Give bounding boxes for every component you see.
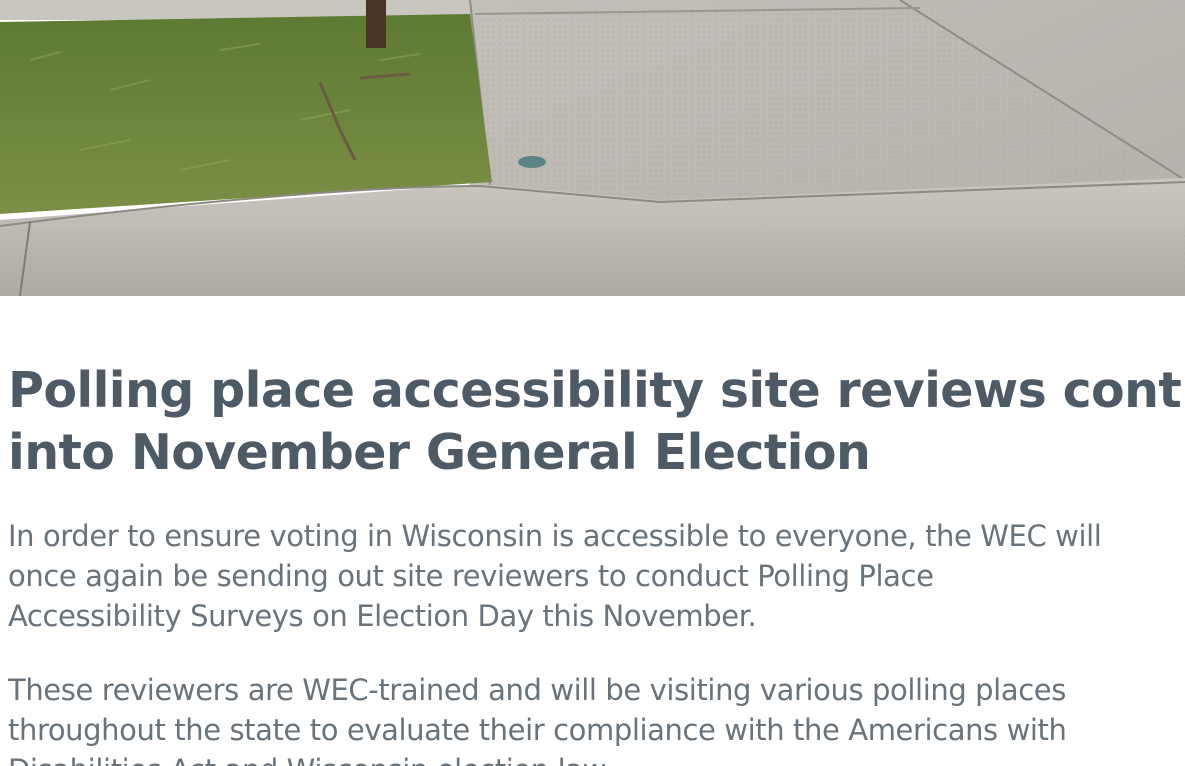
- paragraph-line: In order to ensure voting in Wisconsin i…: [8, 519, 1102, 553]
- paragraph-line: Disabilities Act and Wisconsin election …: [8, 750, 1067, 766]
- headline-line: into November General Election: [8, 424, 871, 481]
- article-headline: Polling place accessibility site reviews…: [8, 360, 1185, 484]
- article-page: Polling place accessibility site reviews…: [0, 0, 1185, 766]
- paragraph-line: once again be sending out site reviewers…: [8, 559, 934, 593]
- paragraph-line: throughout the state to evaluate their c…: [8, 713, 1067, 747]
- paragraph-line: Accessibility Surveys on Election Day th…: [8, 599, 757, 633]
- headline-line: Polling place accessibility site reviews…: [8, 362, 1185, 419]
- hero-image: [0, 0, 1185, 296]
- paragraph-line: These reviewers are WEC-trained and will…: [8, 673, 1066, 707]
- article-body: Polling place accessibility site reviews…: [8, 360, 1185, 766]
- article-paragraph-1: In order to ensure voting in Wisconsin i…: [8, 516, 1102, 636]
- sidewalk-curb-photo-icon: [0, 0, 1185, 296]
- article-paragraph-2: These reviewers are WEC-trained and will…: [8, 670, 1067, 766]
